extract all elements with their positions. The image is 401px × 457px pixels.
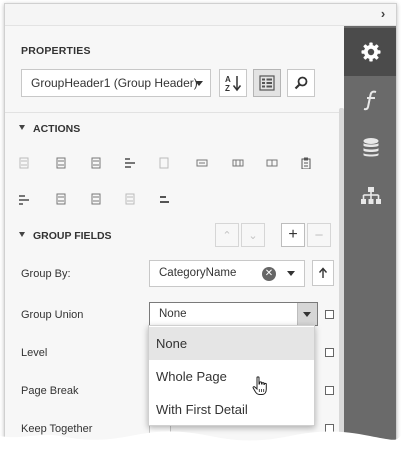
chevron-down-icon bbox=[195, 81, 203, 86]
page-break-checkbox[interactable] bbox=[325, 386, 334, 395]
combo-dropdown-button[interactable] bbox=[297, 303, 317, 325]
tab-expressions[interactable] bbox=[344, 76, 396, 124]
chevron-right-icon[interactable]: › bbox=[376, 7, 390, 21]
page-break-label: Page Break bbox=[21, 385, 79, 397]
actions-header[interactable]: ACTIONS bbox=[19, 123, 80, 135]
sort-order-button[interactable] bbox=[312, 260, 334, 286]
bring-front-icon[interactable] bbox=[158, 192, 170, 206]
group-union-dropdown: None Whole Page With First Detail bbox=[148, 325, 315, 426]
chevron-down-icon: ⌄ bbox=[248, 229, 258, 242]
component-selector[interactable]: GroupHeader1 (Group Header) bbox=[21, 69, 211, 97]
chevron-down-icon bbox=[303, 312, 311, 317]
align-center-icon[interactable] bbox=[55, 156, 67, 170]
group-by-value: CategoryName bbox=[159, 267, 237, 279]
remove-button[interactable]: − bbox=[307, 223, 331, 247]
function-icon bbox=[363, 90, 377, 111]
torn-edge-decoration bbox=[0, 431, 401, 457]
spacing-icon[interactable] bbox=[124, 192, 136, 206]
minus-icon: − bbox=[314, 226, 324, 244]
align-right-icon[interactable] bbox=[90, 156, 102, 170]
search-icon bbox=[294, 76, 308, 90]
group-union-checkbox[interactable] bbox=[325, 310, 334, 319]
svg-text:Z: Z bbox=[225, 84, 230, 93]
chevron-down-icon[interactable] bbox=[287, 271, 295, 276]
hand-cursor-icon bbox=[252, 376, 267, 395]
hierarchy-icon bbox=[361, 187, 381, 204]
size-height-icon[interactable] bbox=[55, 192, 67, 206]
align-left-icon[interactable] bbox=[18, 156, 30, 170]
align-top-icon[interactable] bbox=[124, 156, 136, 170]
dropdown-option-with-first-detail[interactable]: With First Detail bbox=[149, 393, 314, 426]
tab-properties[interactable] bbox=[344, 28, 396, 76]
align-middle-icon[interactable] bbox=[158, 156, 170, 170]
collapse-triangle-icon bbox=[19, 125, 25, 130]
chevron-up-icon: ⌃ bbox=[222, 229, 232, 242]
dropdown-option-none[interactable]: None bbox=[149, 327, 314, 360]
database-icon bbox=[363, 138, 379, 157]
categorized-view-icon bbox=[259, 75, 275, 91]
panel-title: PROPERTIES bbox=[21, 45, 91, 57]
group-by-field[interactable]: CategoryName ✕ bbox=[149, 260, 305, 287]
collapse-triangle-icon bbox=[19, 232, 25, 237]
group-union-value: None bbox=[159, 308, 187, 320]
add-button[interactable]: + bbox=[281, 223, 305, 247]
group-fields-header[interactable]: GROUP FIELDS bbox=[19, 230, 112, 242]
tab-report-explorer[interactable] bbox=[344, 172, 396, 220]
move-up-button[interactable]: ⌃ bbox=[215, 223, 239, 247]
size-both-icon[interactable] bbox=[90, 192, 102, 206]
level-label: Level bbox=[21, 347, 48, 359]
sort-alphabetical-button[interactable]: A Z bbox=[219, 69, 247, 97]
distribute-v-icon[interactable] bbox=[266, 156, 278, 170]
search-button[interactable] bbox=[287, 69, 315, 97]
side-tab-bar bbox=[344, 26, 396, 451]
gear-icon bbox=[361, 42, 381, 62]
sort-alphabetical-icon: A Z bbox=[225, 75, 242, 93]
group-fields-label: GROUP FIELDS bbox=[33, 230, 112, 242]
level-checkbox[interactable] bbox=[325, 348, 334, 357]
group-by-label: Group By: bbox=[21, 268, 71, 280]
plus-icon: + bbox=[288, 226, 298, 243]
divider bbox=[5, 112, 344, 113]
dropdown-option-whole-page[interactable]: Whole Page bbox=[149, 360, 314, 393]
group-union-label: Group Union bbox=[21, 309, 84, 321]
move-down-button[interactable]: ⌄ bbox=[241, 223, 265, 247]
component-selector-value: GroupHeader1 (Group Header) bbox=[31, 76, 198, 90]
paste-icon[interactable] bbox=[300, 156, 312, 170]
tab-data-source[interactable] bbox=[344, 124, 396, 172]
svg-text:A: A bbox=[225, 75, 231, 84]
distribute-h-icon[interactable] bbox=[232, 156, 244, 170]
window-topbar: › bbox=[5, 4, 396, 26]
arrow-up-icon bbox=[318, 267, 328, 278]
categorized-view-button[interactable] bbox=[253, 69, 281, 97]
actions-label: ACTIONS bbox=[33, 123, 81, 135]
group-union-combo[interactable]: None bbox=[149, 302, 318, 326]
align-bottom-icon[interactable] bbox=[196, 156, 208, 170]
clear-icon[interactable]: ✕ bbox=[262, 267, 276, 281]
size-width-icon[interactable] bbox=[18, 192, 30, 206]
